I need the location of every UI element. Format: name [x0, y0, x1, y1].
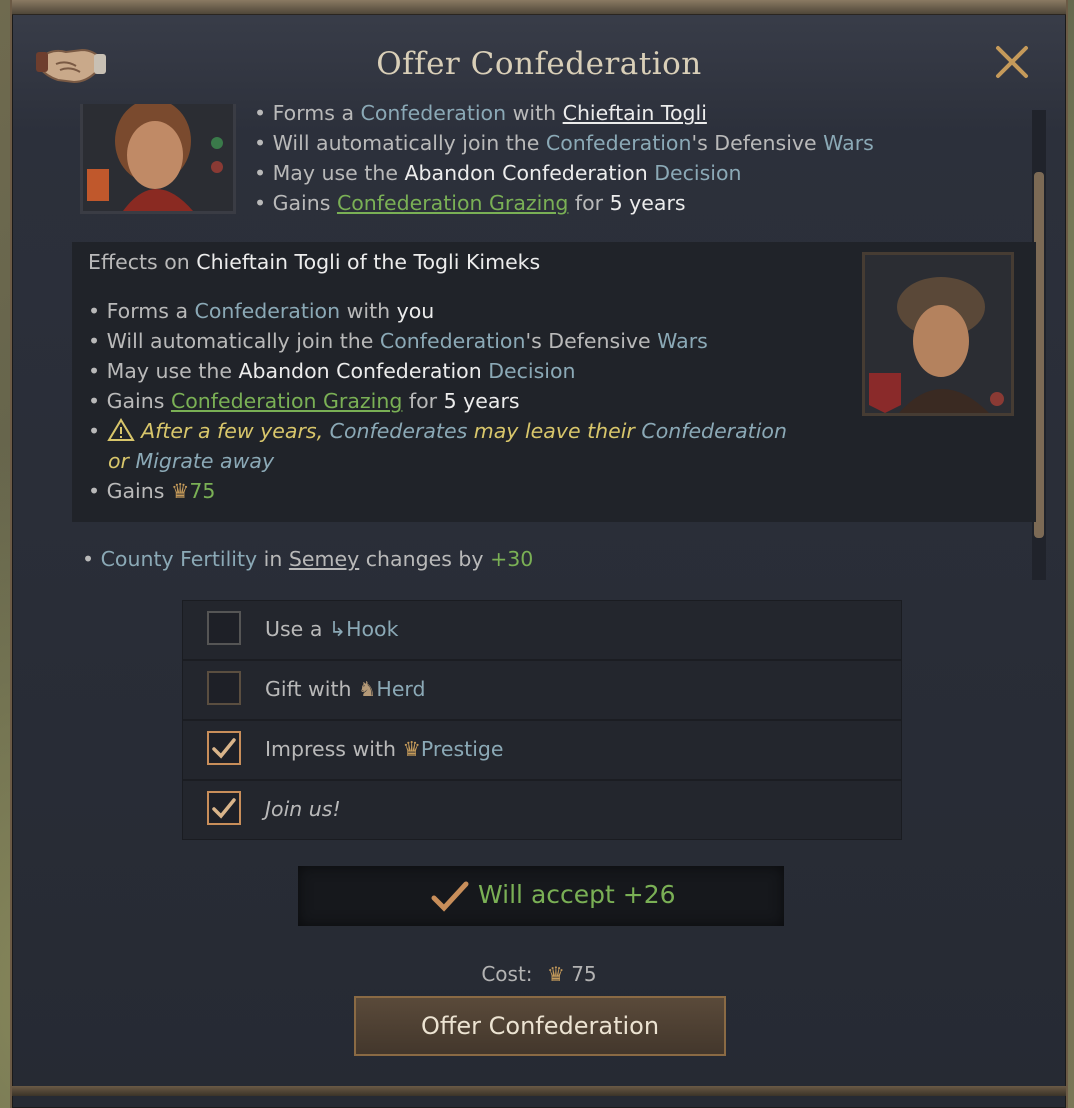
option-label: Use a ↳Hook [265, 617, 399, 641]
close-icon[interactable] [992, 42, 1032, 82]
acceptance-banner: Will accept +26 [298, 866, 784, 926]
option-join-us[interactable]: Join us! [183, 781, 901, 839]
recipient-effect-line: • Gains Confederation Grazing for 5 year… [88, 389, 520, 413]
effects-scroll-area: • Forms a Confederation with Chieftain T… [60, 104, 1048, 584]
prestige-icon: ♛ [402, 737, 421, 761]
warning-line: • After a few years, Confederates may le… [88, 418, 787, 443]
hook-icon: ↳ [328, 617, 347, 641]
herd-checkbox[interactable] [207, 671, 241, 705]
acceptance-text: Will accept +26 [478, 880, 676, 909]
offer-confederation-window: Offer Confederation • Forms a Confederat… [10, 0, 1068, 1108]
prestige-icon: ♛ [546, 962, 565, 986]
option-label: Join us! [265, 797, 341, 821]
recipient-effect-line: • Forms a Confederation with you [88, 299, 435, 323]
cost-line: Cost: ♛ 75 [481, 962, 597, 986]
gains-prestige-line: • Gains ♛75 [88, 479, 216, 503]
options-panel: Use a ↳Hook Gift with ♞Herd Impress with… [182, 600, 902, 840]
prestige-checkbox[interactable] [207, 731, 241, 765]
actor-effects-list: • Forms a Confederation with Chieftain T… [254, 104, 874, 218]
modifier-link[interactable]: Confederation Grazing [171, 389, 402, 413]
portrait-image [865, 255, 1011, 413]
horse-icon: ♞ [358, 677, 377, 701]
fertility-line: • County Fertility in Semey changes by +… [82, 547, 534, 571]
option-impress-prestige[interactable]: Impress with ♛Prestige [183, 721, 901, 781]
checkmark-icon [212, 738, 236, 759]
hook-checkbox[interactable] [207, 611, 241, 645]
actor-effect-line: • May use the Abandon Confederation Deci… [254, 161, 742, 185]
window-top-border [12, 0, 1066, 15]
actor-effect-line: • Will automatically join the Confederat… [254, 131, 874, 155]
character-link[interactable]: Chieftain Togli [563, 104, 707, 125]
checkmark-icon [212, 798, 236, 819]
prestige-icon: ♛ [170, 479, 190, 503]
offer-confederation-button[interactable]: Offer Confederation [354, 996, 726, 1056]
recipient-effect-line: • May use the Abandon Confederation Deci… [88, 359, 576, 383]
county-link[interactable]: Semey [289, 547, 359, 571]
option-label: Impress with ♛Prestige [265, 737, 504, 761]
recipient-portrait[interactable] [862, 252, 1014, 416]
modifier-link[interactable]: Confederation Grazing [337, 191, 568, 215]
window-title: Offer Confederation [376, 46, 702, 82]
portrait-image [83, 104, 233, 211]
recipient-effects-header: Effects on Chieftain Togli of the Togli … [88, 250, 541, 274]
option-label: Gift with ♞Herd [265, 677, 426, 701]
warning-line-cont: or Migrate away [108, 449, 275, 473]
option-gift-herd[interactable]: Gift with ♞Herd [183, 661, 901, 721]
warning-icon [106, 418, 135, 441]
recipient-effects-list: • Forms a Confederation with you • Will … [88, 296, 787, 506]
actor-effect-line: • Forms a Confederation with Chieftain T… [254, 104, 874, 128]
actor-portrait[interactable] [80, 104, 236, 214]
window-bottom-border [12, 1086, 1066, 1096]
recipient-effect-line: • Will automatically join the Confederat… [88, 329, 708, 353]
actor-effect-line: • Gains Confederation Grazing for 5 year… [254, 191, 686, 215]
option-use-hook[interactable]: Use a ↳Hook [183, 601, 901, 661]
checkmark-icon [431, 881, 469, 912]
join-us-checkbox[interactable] [207, 791, 241, 825]
